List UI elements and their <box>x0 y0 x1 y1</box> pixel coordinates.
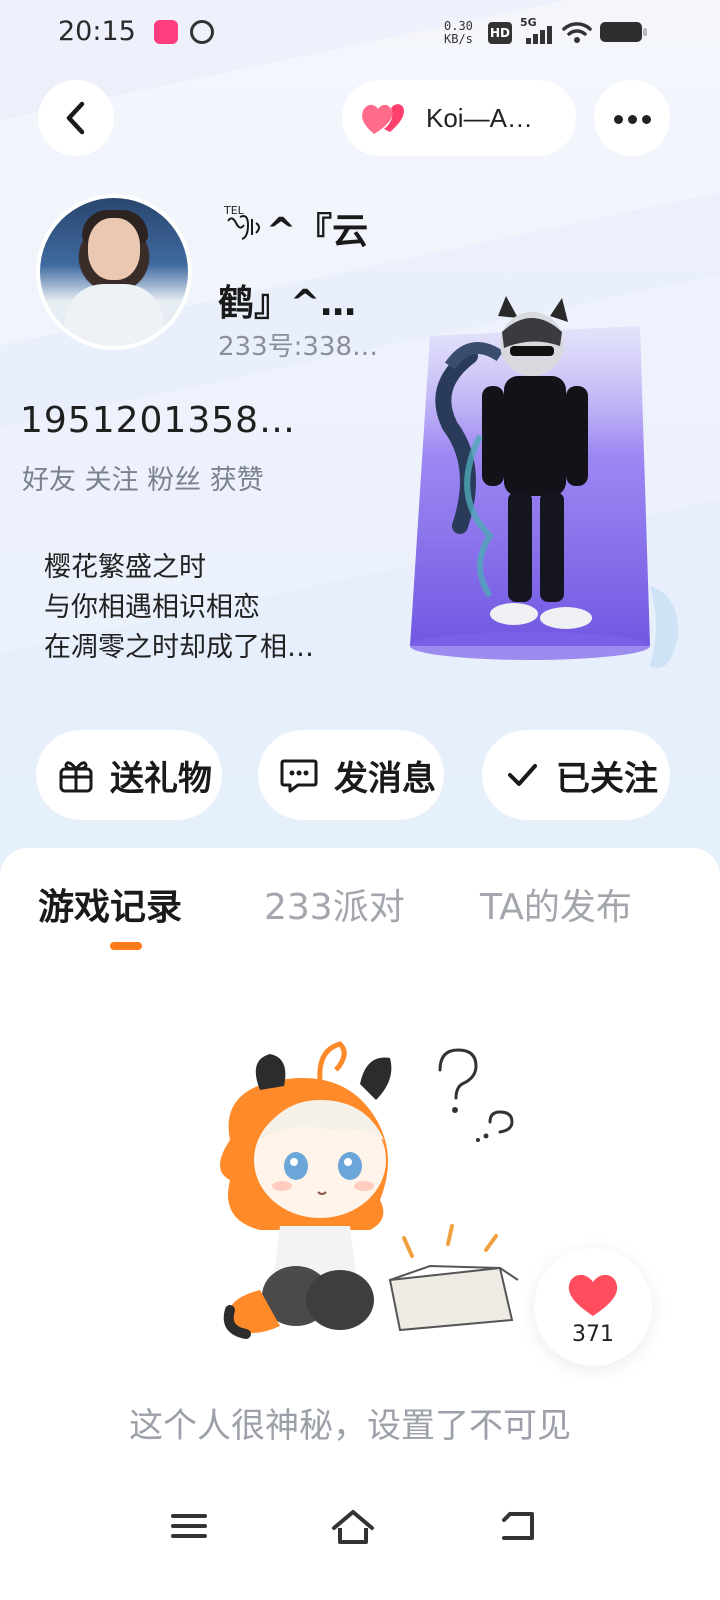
tab-game-records[interactable]: 游戏记录 <box>38 878 182 930</box>
bio: 樱花繁盛之时 与你相遇相识相恋 在凋零之时却成了相… <box>44 548 314 668</box>
avatar[interactable] <box>36 194 192 350</box>
bio-line: 樱花繁盛之时 <box>44 552 206 583</box>
nickname-line-1: ^『云 <box>266 211 369 252</box>
back-button[interactable] <box>38 80 114 156</box>
status-bar: 20:15 0.30 KB/s HD 5G <box>0 0 720 66</box>
tab-indicator <box>110 942 142 950</box>
home-icon[interactable] <box>330 1508 376 1548</box>
bio-line: 与你相遇相识相恋 <box>44 592 260 623</box>
checkmark-icon <box>508 764 537 786</box>
back-icon[interactable] <box>498 1508 538 1544</box>
user-id[interactable]: 233号:338… <box>218 326 378 363</box>
status-time: 20:15 <box>58 16 136 47</box>
signal-icon: 5G <box>520 16 552 46</box>
stat-number: 1951201358… <box>20 400 297 441</box>
network-speed-unit: KB/s <box>444 32 473 46</box>
avatar-3d-character[interactable] <box>410 296 710 686</box>
wifi-icon <box>562 22 592 43</box>
tab-ta-posts[interactable]: TA的发布 <box>480 878 632 930</box>
heart-icon <box>568 1274 618 1316</box>
network-type-label: 5G <box>520 16 537 29</box>
bio-line: 在凋零之时却成了相… <box>44 632 314 663</box>
nickname: ^『云 鹤』^… <box>218 196 414 340</box>
followed-label: 已关注 <box>556 758 658 799</box>
send-message-label: 发消息 <box>334 758 436 799</box>
gift-icon <box>59 761 93 793</box>
more-button[interactable] <box>594 80 670 156</box>
double-heart-icon <box>362 104 404 134</box>
app-notification-icon <box>154 20 178 44</box>
menu-icon[interactable] <box>170 1508 208 1544</box>
stat-labels[interactable]: 好友 关注 粉丝 获赞 <box>22 458 264 497</box>
chevron-left-icon <box>66 101 85 135</box>
send-message-button[interactable]: 发消息 <box>258 730 444 820</box>
like-button[interactable]: 371 <box>534 1248 652 1366</box>
chat-bubble-icon <box>280 759 318 793</box>
couple-label: Koi—A… <box>426 102 533 133</box>
vpn-icon <box>190 20 214 44</box>
network-speed: 0.30 KB/s <box>444 20 473 46</box>
send-gift-label: 送礼物 <box>110 758 212 799</box>
followed-button[interactable]: 已关注 <box>482 730 670 820</box>
send-gift-button[interactable]: 送礼物 <box>36 730 222 820</box>
more-dots-icon <box>611 109 653 128</box>
couple-badge-button[interactable]: Koi—A… <box>342 80 576 156</box>
empty-state-illustration <box>220 1041 519 1339</box>
battery-icon <box>600 22 647 42</box>
stylized-glyph-icon <box>227 215 260 240</box>
hd-icon: HD <box>488 22 512 44</box>
tab-233-party[interactable]: 233派对 <box>264 878 405 930</box>
like-count: 371 <box>572 1322 614 1347</box>
empty-state-message: 这个人很神秘，设置了不可见 <box>129 1406 571 1446</box>
